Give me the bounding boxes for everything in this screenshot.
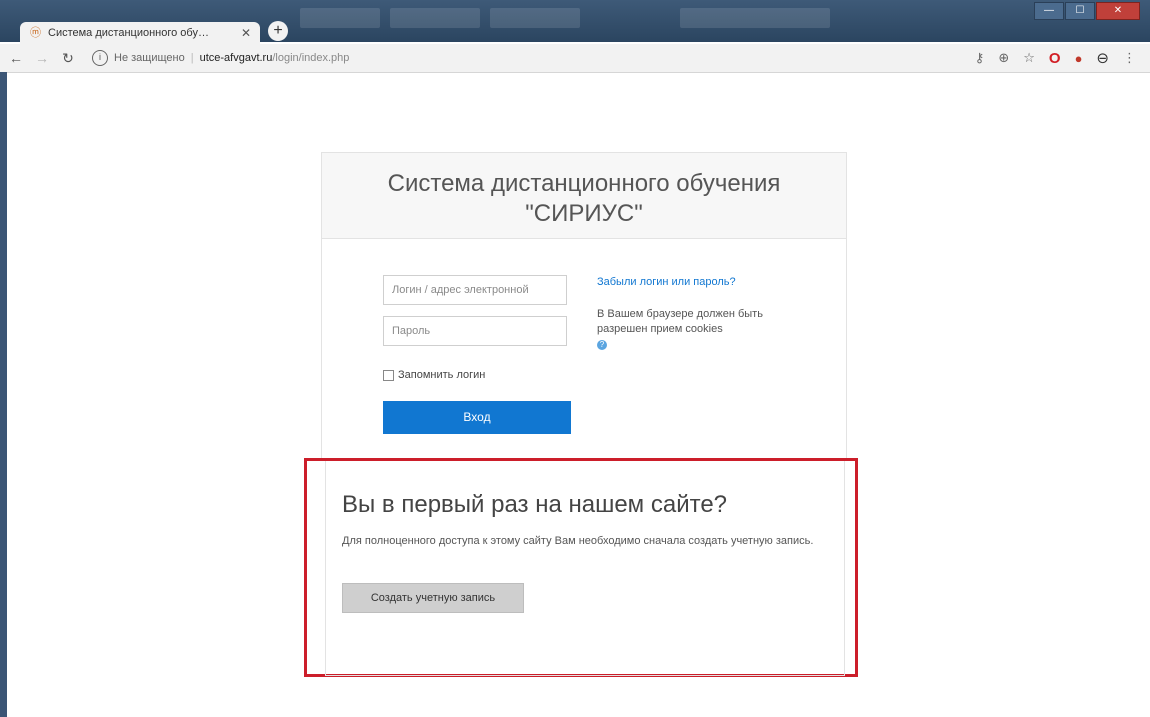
new-tab-button[interactable]: + bbox=[268, 21, 288, 41]
remember-login[interactable]: Запомнить логин bbox=[383, 369, 485, 381]
forward-arrow-icon[interactable]: → bbox=[32, 50, 52, 66]
maximize-button[interactable]: ☐ bbox=[1065, 2, 1095, 20]
tab-title: Система дистанционного обу… bbox=[48, 27, 209, 39]
moodle-favicon-icon: ⓜ bbox=[30, 27, 41, 39]
remember-label: Запомнить логин bbox=[398, 369, 486, 381]
toolbar-icons: ⚷ ⊕ ☆ O ● ⊖ ⋮ bbox=[961, 44, 1136, 72]
background-tab[interactable] bbox=[390, 8, 480, 28]
site-title: Система дистанционного обучения "СИРИУС" bbox=[322, 153, 846, 229]
url-host: utce-afvgavt.ru bbox=[199, 52, 273, 64]
password-input[interactable]: Пароль bbox=[383, 316, 567, 346]
signup-highlight: Вы в первый раз на нашем сайте? Для полн… bbox=[304, 458, 858, 677]
back-arrow-icon[interactable]: ← bbox=[6, 50, 26, 66]
login-card-header: Система дистанционного обучения "СИРИУС" bbox=[322, 153, 846, 239]
minimize-button[interactable]: — bbox=[1034, 2, 1064, 20]
extension-icon[interactable]: ● bbox=[1075, 51, 1083, 66]
background-tab[interactable] bbox=[300, 8, 380, 28]
browser-toolbar: ← → ↻ i Не защищено | utce-afvgavt.ru /l… bbox=[0, 44, 1150, 73]
signup-panel: Вы в первый раз на нашем сайте? Для полн… bbox=[325, 461, 845, 676]
login-button[interactable]: Вход bbox=[383, 401, 571, 434]
security-label: Не защищено bbox=[114, 52, 185, 64]
desktop-edge bbox=[0, 72, 7, 717]
cookies-notice: В Вашем браузере должен быть разрешен пр… bbox=[597, 307, 797, 352]
site-title-line2: "СИРИУС" bbox=[525, 200, 643, 227]
cookies-text: В Вашем браузере должен быть разрешен пр… bbox=[597, 308, 763, 335]
bookmark-star-icon[interactable]: ☆ bbox=[1023, 50, 1035, 66]
background-tab[interactable] bbox=[490, 8, 580, 28]
reload-icon[interactable]: ↻ bbox=[58, 50, 78, 67]
info-icon[interactable]: i bbox=[92, 50, 108, 66]
profile-icon[interactable]: ⊖ bbox=[1096, 49, 1109, 67]
browser-tab-active[interactable]: ⓜ Система дистанционного обу… ✕ bbox=[20, 22, 260, 44]
help-icon[interactable]: ? bbox=[597, 340, 607, 350]
menu-icon[interactable]: ⋮ bbox=[1123, 50, 1136, 66]
address-bar[interactable]: i Не защищено | utce-afvgavt.ru /login/i… bbox=[92, 50, 349, 66]
forgot-password-link[interactable]: Забыли логин или пароль? bbox=[597, 276, 736, 288]
tab-close-icon[interactable]: ✕ bbox=[238, 26, 254, 40]
close-window-button[interactable]: ✕ bbox=[1096, 2, 1140, 20]
login-card: Система дистанционного обучения "СИРИУС"… bbox=[321, 152, 847, 459]
window-controls: — ☐ ✕ bbox=[1033, 2, 1140, 20]
signup-text: Для полноценного доступа к этому сайту В… bbox=[342, 535, 814, 547]
key-icon[interactable]: ⚷ bbox=[975, 50, 985, 66]
opera-extension-icon[interactable]: O bbox=[1049, 50, 1061, 67]
zoom-icon[interactable]: ⊕ bbox=[998, 50, 1009, 66]
address-separator: | bbox=[190, 52, 194, 64]
remember-checkbox[interactable] bbox=[383, 369, 394, 381]
background-tab[interactable] bbox=[680, 8, 830, 28]
create-account-button[interactable]: Создать учетную запись bbox=[342, 583, 524, 613]
url-path: /login/index.php bbox=[272, 52, 350, 64]
signup-heading: Вы в первый раз на нашем сайте? bbox=[342, 491, 728, 518]
site-title-line1: Система дистанционного обучения bbox=[387, 170, 781, 197]
username-input[interactable]: Логин / адрес электронной bbox=[383, 275, 567, 305]
